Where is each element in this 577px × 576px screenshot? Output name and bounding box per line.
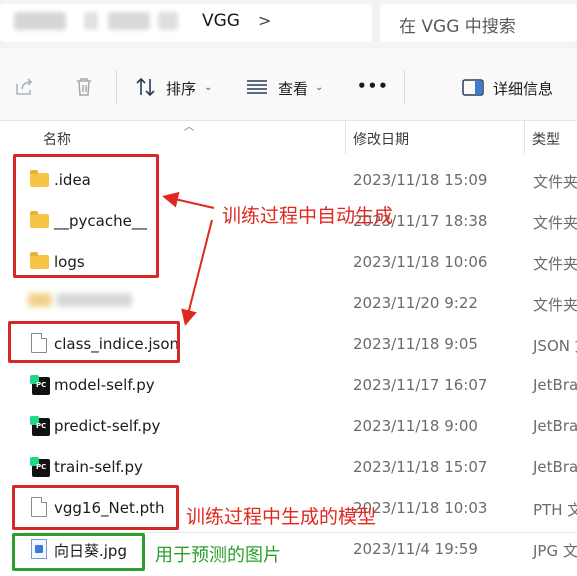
- annotation-training-generated: 训练过程中自动生成: [222, 205, 394, 227]
- annotation-prediction-image: 用于预测的图片: [155, 545, 281, 566]
- annotation-arrows: [162, 191, 215, 326]
- annotation-model-generated: 训练过程中生成的模型: [186, 506, 377, 528]
- arrow-to-folders: [162, 191, 215, 209]
- arrow-to-json: [181, 219, 213, 326]
